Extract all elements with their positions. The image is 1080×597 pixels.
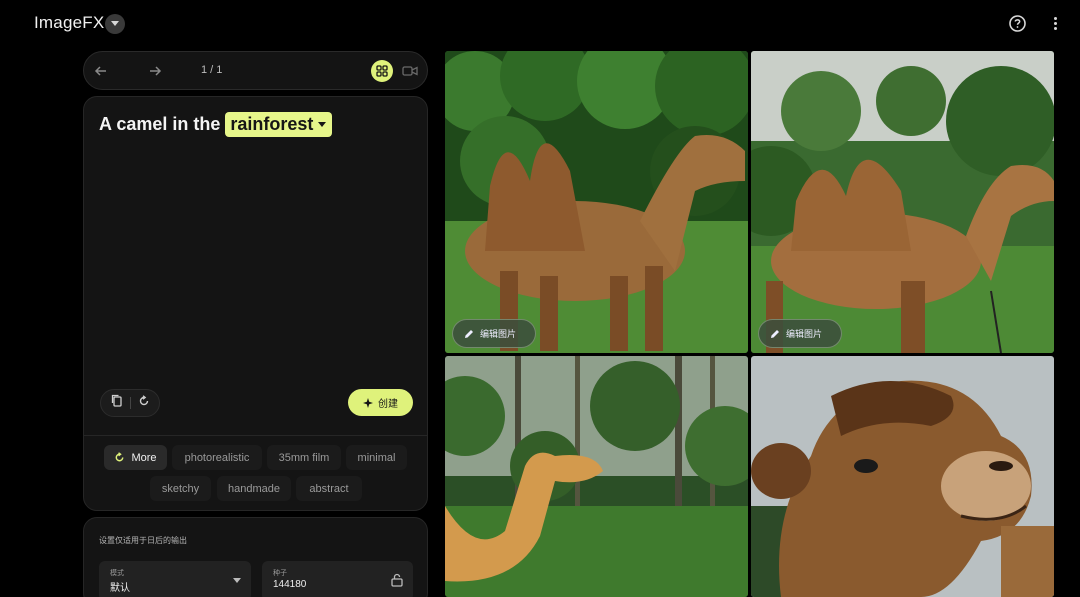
copy-button[interactable] [111, 394, 123, 412]
arrow-left-icon [94, 66, 106, 76]
sparkle-icon [363, 397, 373, 408]
app-menu-button[interactable] [105, 14, 125, 34]
next-button[interactable] [147, 63, 163, 79]
help-button[interactable] [1008, 14, 1027, 33]
tool-divider [129, 397, 131, 409]
grid-view-toggle[interactable] [371, 60, 393, 82]
prompt-editor[interactable]: A camel in the rainforest [99, 112, 333, 137]
pager-bar: 1 / 1 [83, 51, 428, 90]
prompt-card: A camel in the rainforest 创建 More photor… [83, 96, 428, 511]
arrow-right-icon [150, 66, 162, 76]
style-chip[interactable]: minimal [346, 445, 407, 470]
more-dot [1053, 22, 1057, 25]
edit-image-label: 编辑图片 [786, 329, 823, 339]
camel-image [751, 356, 1054, 597]
generated-image-1[interactable]: 编辑图片 [445, 51, 748, 353]
generated-image-3[interactable] [445, 356, 748, 597]
style-chip[interactable]: abstract [296, 476, 362, 501]
settings-card: 设置仅适用于日后的输出 模式 默认 种子 144180 [83, 517, 428, 597]
video-view-toggle[interactable] [402, 64, 418, 78]
lock-icon[interactable] [391, 573, 403, 587]
prompt-text: A camel in the [99, 114, 221, 134]
grid-icon [376, 65, 388, 77]
camel-image [445, 51, 748, 353]
app-title: ImageFX [34, 13, 105, 32]
style-chip[interactable]: handmade [217, 476, 291, 501]
more-styles-button[interactable]: More [104, 445, 167, 470]
caret-down-icon [318, 122, 327, 127]
refresh-icon [116, 452, 124, 462]
video-icon [402, 66, 418, 76]
seed-label: 种子 [273, 570, 287, 577]
generated-image-2[interactable]: 编辑图片 [751, 51, 1054, 353]
mode-select[interactable]: 模式 默认 [99, 561, 251, 597]
page-counter: 1 / 1 [201, 64, 223, 76]
create-button[interactable]: 创建 [348, 389, 413, 416]
prev-button[interactable] [93, 63, 109, 79]
prompt-chip-dropdown[interactable]: rainforest [225, 112, 333, 137]
seed-field[interactable]: 种子 144180 [262, 561, 413, 597]
divider [84, 435, 427, 436]
refresh-icon [139, 395, 148, 406]
create-label: 创建 [378, 399, 398, 410]
pencil-icon [771, 329, 779, 338]
style-chip[interactable]: 35mm film [267, 445, 341, 470]
mode-value: 默认 [110, 583, 130, 594]
pencil-icon [465, 329, 473, 338]
style-chip[interactable]: photorealistic [172, 445, 262, 470]
chevron-down-icon [111, 21, 119, 26]
settings-note: 设置仅适用于日后的输出 [99, 536, 187, 545]
reset-button[interactable] [138, 394, 150, 412]
seed-value: 144180 [273, 579, 307, 590]
more-dot [1053, 27, 1057, 30]
camel-image [445, 356, 748, 597]
more-dot [1053, 17, 1057, 20]
edit-image-label: 编辑图片 [480, 329, 517, 339]
mode-label: 模式 [110, 570, 124, 577]
edit-image-button[interactable]: 编辑图片 [758, 319, 842, 348]
style-chip[interactable]: sketchy [150, 476, 211, 501]
caret-down-icon [233, 578, 241, 583]
prompt-chip-label: rainforest [230, 114, 314, 134]
prompt-tools [100, 389, 160, 417]
help-icon [1009, 15, 1026, 32]
generated-image-4[interactable] [751, 356, 1054, 597]
edit-image-button[interactable]: 编辑图片 [452, 319, 536, 348]
copy-icon [111, 394, 122, 407]
camel-image [751, 51, 1054, 353]
more-styles-label: More [131, 451, 157, 464]
more-options-button[interactable] [1046, 14, 1064, 33]
